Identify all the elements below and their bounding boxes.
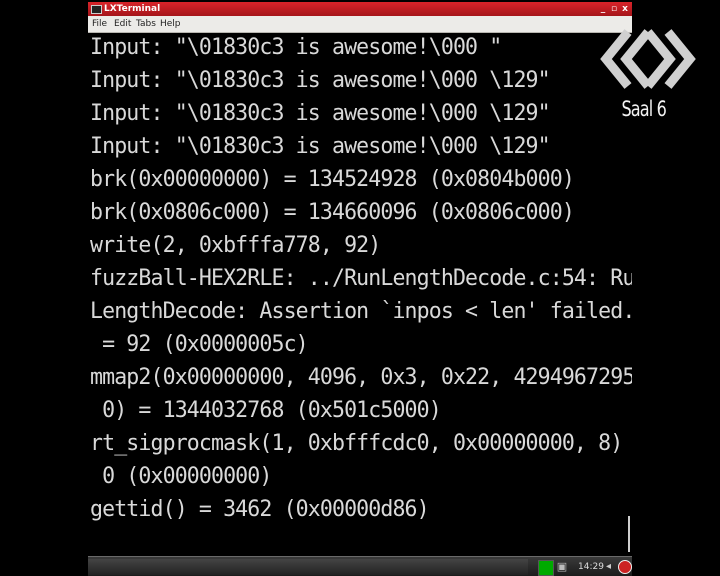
terminal-line: fuzzBall-HEX2RLE: ../RunLengthDecode.c:5… [90,266,632,291]
terminal-line: = 92 (0x0000005c) [90,332,309,357]
cpu-monitor-icon[interactable] [538,560,554,576]
volume-icon[interactable]: ◂ [606,560,616,574]
power-icon[interactable] [618,560,632,574]
taskbar-window-list[interactable] [88,559,528,575]
menu-bar: File Edit Tabs Help [88,16,632,33]
taskbar: ▣ 14:29 ◂ [88,556,632,576]
menu-file[interactable]: File [92,16,107,32]
close-button[interactable]: x [620,3,630,15]
window-title: LXTerminal [104,4,161,14]
lxterminal-window: LXTerminal _ ▫ x File Edit Tabs Help Inp… [88,2,632,562]
terminal-line: Input: "\01830c3 is awesome!\000 " [90,35,502,60]
terminal-line: mmap2(0x00000000, 4096, 0x3, 0x22, 42949… [90,365,632,390]
room-label: Saal 6 [621,97,667,121]
terminal-line: rt_sigprocmask(1, 0xbfffcdc0, 0x00000000… [90,431,632,456]
menu-edit[interactable]: Edit [114,16,131,32]
terminal-line: Input: "\01830c3 is awesome!\000 \129" [90,134,551,159]
terminal-app-icon [91,5,102,14]
terminal-line: 0 (0x00000000) [90,464,272,489]
menu-tabs[interactable]: Tabs [136,16,156,32]
terminal-line: gettid() = 3462 (0x00000d86) [90,497,430,522]
terminal-line: 0) = 1344032768 (0x501c5000) [90,398,442,423]
terminal-line: write(2, 0xbfffa778, 92) [90,233,381,258]
network-icon[interactable]: ▣ [555,560,569,574]
title-bar[interactable]: LXTerminal _ ▫ x [88,2,632,16]
terminal-line: Input: "\01830c3 is awesome!\000 \129" [90,68,551,93]
terminal-output[interactable]: Input: "\01830c3 is awesome!\000 " Input… [88,33,632,562]
menu-help[interactable]: Help [160,16,181,32]
terminal-line: brk(0x0806c000) = 134660096 (0x0806c000) [90,200,575,225]
terminal-line: Input: "\01830c3 is awesome!\000 \129" [90,101,551,126]
terminal-line: brk(0x00000000) = 134524928 (0x0804b000) [90,167,575,192]
minimize-button[interactable]: _ [598,3,608,15]
terminal-line: LengthDecode: Assertion `inpos < len' fa… [90,299,632,324]
taskbar-clock[interactable]: 14:29 [578,559,604,575]
screen: LXTerminal _ ▫ x File Edit Tabs Help Inp… [0,0,720,576]
maximize-button[interactable]: ▫ [609,3,619,15]
terminal-scrollbar[interactable] [628,516,630,552]
conference-logo-icon [600,29,696,89]
